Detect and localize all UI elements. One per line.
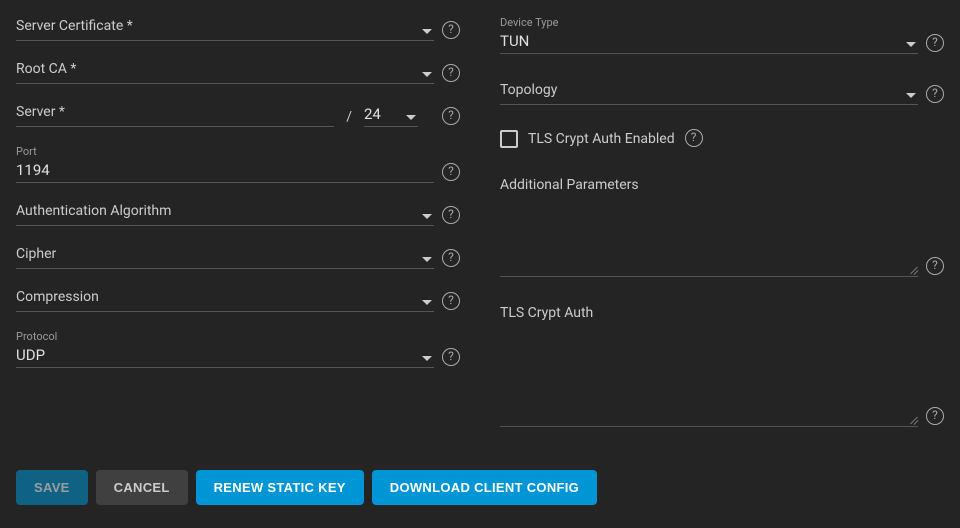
save-button[interactable]: SAVE [16, 470, 88, 505]
port-value: 1194 [16, 160, 434, 180]
cancel-button[interactable]: CANCEL [96, 470, 188, 505]
device-type-value: TUN [500, 31, 918, 51]
device-type-label: Device Type [500, 16, 918, 29]
help-icon[interactable]: ? [442, 206, 460, 224]
server-field: Server * / 24 ? [16, 102, 460, 127]
additional-params-group: Additional Parameters ? [500, 177, 944, 277]
auth-algo-select[interactable]: Authentication Algorithm [16, 201, 434, 226]
right-column: Device Type TUN ? Topology ? TLS Crypt A… [500, 16, 944, 446]
help-icon[interactable]: ? [442, 348, 460, 366]
topology-label: Topology [500, 80, 918, 102]
help-icon[interactable]: ? [685, 129, 703, 147]
help-icon[interactable]: ? [442, 163, 460, 181]
device-type-field: Device Type TUN ? [500, 16, 944, 54]
cipher-field: Cipher ? [16, 244, 460, 269]
cidr-select[interactable]: 24 [364, 104, 418, 127]
tls-crypt-auth-label: TLS Crypt Auth [500, 305, 944, 321]
help-icon[interactable]: ? [442, 249, 460, 267]
protocol-value: UDP [16, 345, 434, 365]
port-input[interactable]: Port 1194 [16, 145, 434, 183]
help-icon[interactable]: ? [926, 257, 944, 275]
port-label: Port [16, 145, 434, 158]
root-ca-label: Root CA * [16, 59, 434, 81]
protocol-label: Protocol [16, 330, 434, 343]
button-bar: SAVE CANCEL RENEW STATIC KEY DOWNLOAD CL… [16, 470, 944, 505]
port-field: Port 1194 ? [16, 145, 460, 183]
help-icon[interactable]: ? [926, 407, 944, 425]
help-icon[interactable]: ? [926, 85, 944, 103]
compression-select[interactable]: Compression [16, 287, 434, 312]
cidr-slash: / [342, 109, 356, 127]
root-ca-field: Root CA * ? [16, 59, 460, 84]
server-input[interactable]: Server * [16, 102, 334, 127]
protocol-select[interactable]: Protocol UDP [16, 330, 434, 368]
tls-crypt-checkbox[interactable] [500, 130, 518, 148]
topology-field: Topology ? [500, 80, 944, 105]
tls-crypt-auth-textarea[interactable] [500, 327, 918, 427]
help-icon[interactable]: ? [442, 64, 460, 82]
resize-handle-icon[interactable] [908, 414, 918, 424]
server-label: Server * [16, 102, 334, 124]
cipher-label: Cipher [16, 244, 434, 266]
help-icon[interactable]: ? [442, 292, 460, 310]
tls-crypt-checkbox-row: TLS Crypt Auth Enabled ? [500, 129, 944, 149]
resize-handle-icon[interactable] [908, 264, 918, 274]
cipher-select[interactable]: Cipher [16, 244, 434, 269]
tls-crypt-checkbox-label: TLS Crypt Auth Enabled [528, 131, 675, 147]
topology-select[interactable]: Topology [500, 80, 918, 105]
protocol-field: Protocol UDP ? [16, 330, 460, 368]
additional-params-textarea[interactable] [500, 199, 918, 277]
download-client-config-button[interactable]: DOWNLOAD CLIENT CONFIG [372, 470, 597, 505]
compression-field: Compression ? [16, 287, 460, 312]
server-certificate-field: Server Certificate * ? [16, 16, 460, 41]
help-icon[interactable]: ? [442, 21, 460, 39]
compression-label: Compression [16, 287, 434, 309]
auth-algo-field: Authentication Algorithm ? [16, 201, 460, 226]
additional-params-label: Additional Parameters [500, 177, 944, 193]
server-certificate-label: Server Certificate * [16, 16, 434, 38]
root-ca-select[interactable]: Root CA * [16, 59, 434, 84]
cidr-value: 24 [364, 104, 418, 124]
device-type-select[interactable]: Device Type TUN [500, 16, 918, 54]
help-icon[interactable]: ? [442, 107, 460, 125]
renew-static-key-button[interactable]: RENEW STATIC KEY [196, 470, 364, 505]
help-icon[interactable]: ? [926, 34, 944, 52]
auth-algo-label: Authentication Algorithm [16, 201, 434, 223]
left-column: Server Certificate * ? Root CA * ? Serve… [16, 16, 460, 446]
server-certificate-select[interactable]: Server Certificate * [16, 16, 434, 41]
tls-crypt-auth-group: TLS Crypt Auth ? [500, 305, 944, 427]
